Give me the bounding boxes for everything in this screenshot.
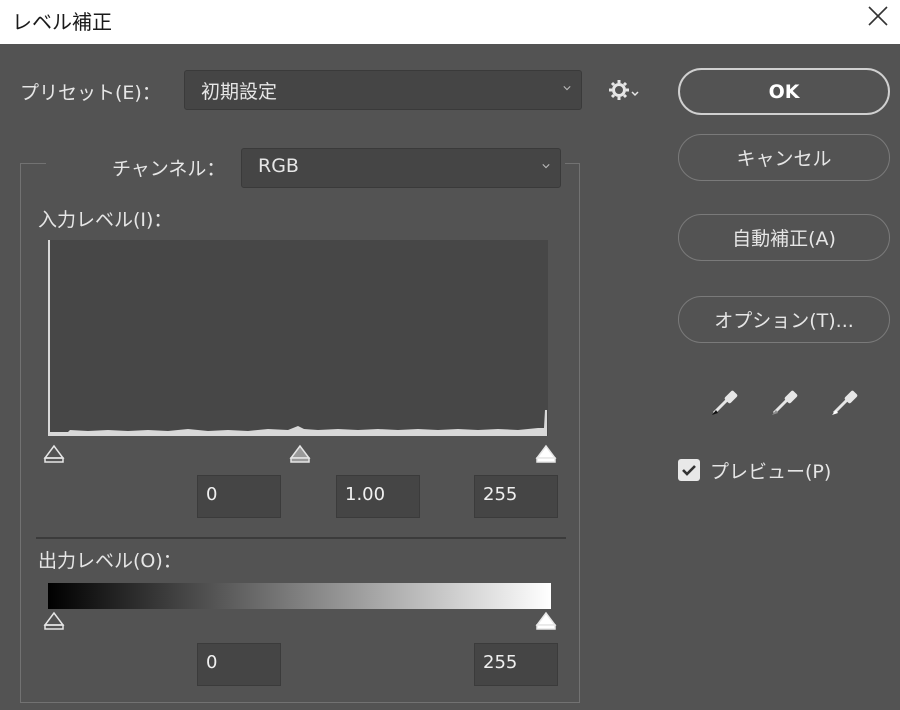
white-point-eyedropper-icon[interactable] [827, 384, 863, 420]
group-border-left [20, 163, 46, 164]
preset-select[interactable]: 初期設定 [184, 70, 582, 110]
group-border-right [565, 163, 580, 164]
input-gamma-slider[interactable] [289, 444, 311, 464]
gray-point-eyedropper-icon[interactable] [767, 384, 803, 420]
output-black-field[interactable]: 0 [197, 643, 281, 686]
output-black-slider[interactable] [43, 611, 65, 631]
gear-icon[interactable] [608, 79, 640, 101]
input-white-slider[interactable] [535, 444, 557, 464]
histogram [48, 240, 548, 436]
input-gamma-field[interactable]: 1.00 [336, 475, 420, 518]
input-black-slider[interactable] [43, 444, 65, 464]
ok-button[interactable]: OK [678, 68, 890, 115]
preset-value: 初期設定 [201, 81, 278, 103]
output-gradient-bar [48, 583, 551, 609]
title-bar: レベル補正 [0, 0, 900, 44]
checkmark-icon [682, 465, 696, 476]
preset-label: プリセット(E)： [20, 82, 161, 104]
channel-value: RGB [258, 155, 299, 177]
output-white-field[interactable]: 255 [474, 643, 558, 686]
input-levels-label: 入力レベル(I)： [38, 209, 173, 231]
section-divider [36, 537, 566, 539]
cancel-button[interactable]: キャンセル [678, 134, 890, 181]
close-icon[interactable] [866, 4, 890, 28]
window-title: レベル補正 [12, 10, 112, 34]
options-button[interactable]: オプション(T)... [678, 296, 890, 343]
preview-checkbox[interactable] [678, 459, 700, 481]
channel-select[interactable]: RGB [241, 148, 561, 188]
black-point-eyedropper-icon[interactable] [707, 384, 743, 420]
output-levels-label: 出力レベル(O)： [38, 550, 182, 572]
preview-label[interactable]: プレビュー(P) [710, 457, 831, 484]
channel-label: チャンネル： [112, 158, 226, 180]
input-white-field[interactable]: 255 [474, 475, 558, 518]
auto-button[interactable]: 自動補正(A) [678, 214, 890, 261]
chevron-down-icon [542, 164, 550, 169]
output-white-slider[interactable] [535, 611, 557, 631]
input-black-field[interactable]: 0 [197, 475, 281, 518]
histogram-graph [48, 240, 547, 436]
chevron-down-icon [563, 86, 571, 91]
